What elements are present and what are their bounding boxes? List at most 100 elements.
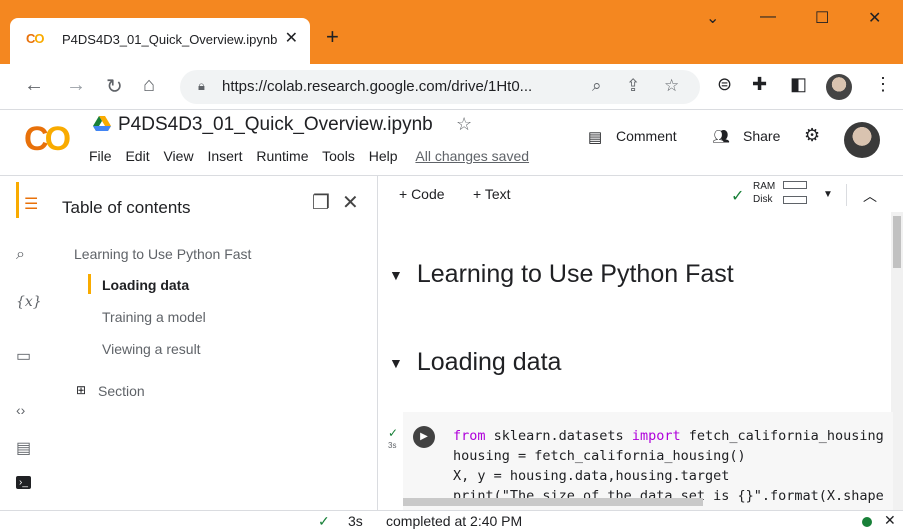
check-icon: ✓ [388,426,399,440]
code-text: fetch_california_housing [680,428,884,444]
sidepanel-icon[interactable]: ◧ [790,74,807,95]
menu-view[interactable]: View [163,148,193,164]
status-close-icon[interactable]: ✕ [884,512,896,529]
menu-insert[interactable]: Insert [207,148,242,164]
code-keyword: import [631,428,681,444]
account-avatar[interactable] [844,122,880,158]
new-tab-button[interactable]: + [326,24,339,50]
collapse-caret-icon[interactable]: ▼ [389,355,403,371]
toc-active-bar [88,274,91,294]
toc-item-viewing[interactable]: Viewing a result [102,341,201,357]
code-editor[interactable]: from sklearn.datasets import fetch_calif… [453,426,884,506]
search-icon[interactable]: ⌕ [16,246,25,264]
menu-help[interactable]: Help [369,148,398,164]
menu-file[interactable]: File [89,148,112,164]
ram-meter [783,181,807,189]
code-line: X, y = housing.data,housing.target [453,468,730,484]
toolbar-divider [846,184,847,206]
share-page-icon[interactable]: ⇪ [626,76,640,96]
browser-tab[interactable]: CO P4DS4D3_01_Quick_Overview.ipynb ✕ [10,18,310,64]
reload-icon[interactable]: ↻ [106,74,123,99]
comment-button[interactable]: Comment [616,128,677,144]
scrollbar-thumb[interactable] [893,216,901,268]
bookmark-star-icon[interactable]: ☆ [664,76,679,96]
disk-meter [783,196,807,204]
maximize-button[interactable]: ☐ [815,8,829,28]
home-icon[interactable]: ⌂ [143,74,155,97]
tab-close-icon[interactable]: ✕ [285,28,298,48]
colab-favicon-icon: CO [26,31,45,46]
collapse-header-icon[interactable]: ︿ [863,186,877,206]
heading-loading-data-text: Loading data [416,348,562,376]
zoom-icon[interactable]: ⌕ [592,76,602,96]
comment-icon[interactable]: ▤ [588,128,602,146]
url-text[interactable]: https://colab.research.google.com/drive/… [222,78,552,95]
drive-icon [93,116,111,131]
notebook-title[interactable]: P4DS4D3_01_Quick_Overview.ipynb [118,114,433,136]
code-snippets-icon[interactable]: ‹› [16,402,25,418]
collapse-caret-icon[interactable]: ▼ [389,267,403,283]
code-cell[interactable]: ▶ from sklearn.datasets import fetch_cal… [403,412,893,510]
colab-logo[interactable]: CO [24,120,71,159]
status-bar: ✓ 3s completed at 2:40 PM ✕ [0,510,903,532]
address-bar: ← → ↻ ⌂ 🔒︎ https://colab.research.google… [0,64,903,110]
status-exec-time: 3s [348,513,363,529]
toc-item-loading-data[interactable]: Loading data [102,277,189,293]
puzzle-icon[interactable]: ✚ [752,74,767,95]
toc-title: Table of contents [62,198,191,217]
variables-icon[interactable]: {x} [16,294,42,310]
menu-runtime[interactable]: Runtime [256,148,308,164]
browser-tab-strip: CO P4DS4D3_01_Quick_Overview.ipynb ✕ + ⌄… [0,0,903,64]
ram-label: RAM [753,181,776,192]
tab-title: P4DS4D3_01_Quick_Overview.ipynb [62,32,278,47]
connected-check-icon: ✓ [731,188,745,205]
close-window-button[interactable]: ✕ [868,8,881,28]
add-section-icon[interactable]: ⊞ [76,383,86,397]
code-line: housing = fetch_california_housing() [453,448,746,464]
toc-item-learning[interactable]: Learning to Use Python Fast [74,246,251,262]
people-icon[interactable]: 👥︎ [712,128,730,145]
toc-panel: Table of contents ❐ ✕ Learning to Use Py… [46,176,378,510]
tab-search-icon[interactable]: ⌄ [706,8,719,28]
add-section-button[interactable]: Section [98,383,145,399]
command-palette-icon[interactable]: ▤ [16,438,31,458]
code-keyword: from [453,428,486,444]
menu-tools[interactable]: Tools [322,148,355,164]
left-rail: ☰ ⌕ {x} ▭ ‹› ▤ ›_ [0,176,46,510]
settings-icon[interactable]: ⚙ [804,125,820,146]
more-icon[interactable]: ⋮ [874,74,892,95]
folder-icon[interactable]: ▭ [16,346,31,366]
back-icon[interactable]: ← [24,74,44,97]
terminal-icon[interactable]: ›_ [16,476,31,489]
heading-learning[interactable]: ▼ Learning to Use Python Fast [389,260,734,289]
add-text-button[interactable]: + Text [473,186,511,202]
resource-monitor[interactable]: RAM Disk [753,180,775,206]
toc-item-training[interactable]: Training a model [102,309,206,325]
share-button[interactable]: Share [743,128,780,144]
add-code-button[interactable]: + Code [399,186,445,202]
toc-icon[interactable]: ☰ [24,194,38,214]
run-icon[interactable]: ▶ [413,426,435,448]
colab-header: CO P4DS4D3_01_Quick_Overview.ipynb ☆ Fil… [0,110,903,176]
menu-edit[interactable]: Edit [125,148,149,164]
lock-icon[interactable]: 🔒︎ [198,78,205,94]
open-in-tab-icon[interactable]: ❐ [312,190,330,215]
status-text[interactable]: completed at 2:40 PM [386,513,522,529]
omnibox[interactable]: 🔒︎ https://colab.research.google.com/dri… [180,70,700,104]
profile-avatar[interactable] [826,74,852,100]
forward-icon[interactable]: → [66,74,86,97]
disk-label: Disk [753,194,773,205]
notebook-area: + Code + Text ✓ RAM Disk ▼ ︿ ▼ Learning t… [379,176,903,510]
close-panel-icon[interactable]: ✕ [342,190,359,215]
star-icon[interactable]: ☆ [456,114,472,135]
minimize-button[interactable]: — [760,8,776,26]
status-check-icon: ✓ [318,513,330,529]
code-text: sklearn.datasets [485,428,632,444]
horizontal-scrollbar[interactable] [403,498,703,506]
heading-loading-data[interactable]: ▼ Loading data [389,348,561,377]
status-dot [862,517,872,527]
save-status[interactable]: All changes saved [415,148,529,164]
rail-active-indicator [16,182,19,218]
chevron-down-icon[interactable]: ▼ [823,189,833,200]
extension-icon[interactable]: ⊜ [717,74,732,95]
